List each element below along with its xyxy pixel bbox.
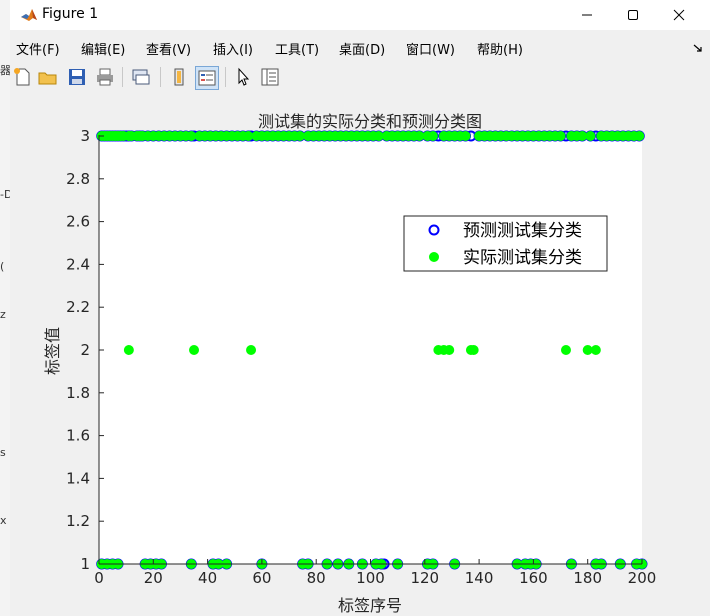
menu-tools[interactable]: 工具(T) xyxy=(275,39,319,58)
x-tick-label: 200 xyxy=(628,569,657,587)
menu-bar: 文件(F) 编辑(E) 查看(V) 插入(I) 工具(T) 桌面(D) 窗口(W… xyxy=(10,36,710,60)
x-tick-label: 140 xyxy=(465,569,494,587)
axes-background xyxy=(99,135,642,564)
toolbar-separator xyxy=(122,67,123,87)
x-axis-label: 标签序号 xyxy=(338,596,402,615)
x-tick-label: 160 xyxy=(519,569,548,587)
legend[interactable]: 预测测试集分类 实际测试集分类 xyxy=(403,215,608,272)
x-tick-label: 40 xyxy=(198,569,217,587)
print-icon xyxy=(97,68,113,86)
actual-point xyxy=(468,345,479,355)
toolbar-separator xyxy=(225,67,226,87)
x-tick-label: 60 xyxy=(252,569,271,587)
legend-icon xyxy=(198,70,216,86)
property-inspector-icon xyxy=(261,68,279,86)
y-axis-ticks: 1 1.2 1.4 1.6 1.8 2 2.2 2.4 2.6 2.8 3 xyxy=(66,127,104,573)
actual-point xyxy=(585,131,596,141)
menu-desktop[interactable]: 桌面(D) xyxy=(339,39,385,58)
figure-window: Figure 1 文件(F) 编辑(E) 查看(V) 插入(I) 工具(T) 桌… xyxy=(10,0,710,616)
toolbar-separator xyxy=(160,67,161,87)
menu-window[interactable]: 窗口(W) xyxy=(406,39,455,58)
minimize-icon xyxy=(582,14,592,16)
y-tick-label: 2.4 xyxy=(66,255,90,273)
y-tick-label: 1.2 xyxy=(66,512,90,530)
colorbar-button[interactable] xyxy=(168,66,190,88)
bg-strip-text-5: s xyxy=(0,446,6,459)
y-tick-label: 1 xyxy=(80,555,90,573)
window-title: Figure 1 xyxy=(42,6,99,22)
menu-insert[interactable]: 插入(I) xyxy=(213,39,253,58)
link-plot-button[interactable] xyxy=(130,66,152,88)
save-button[interactable] xyxy=(66,66,88,88)
x-tick-label: 180 xyxy=(573,569,602,587)
x-tick-label: 120 xyxy=(410,569,439,587)
actual-point xyxy=(590,345,601,355)
legend-button[interactable] xyxy=(195,66,219,90)
menu-view[interactable]: 查看(V) xyxy=(146,39,191,58)
print-button[interactable] xyxy=(94,66,116,88)
property-inspector-button[interactable] xyxy=(259,66,281,88)
actual-point xyxy=(189,345,200,355)
y-tick-label: 3 xyxy=(80,127,90,145)
figure-canvas: 0 20 40 60 80 100 120 140 160 180 200 1 1.2 1.4 1.6 1.… xyxy=(10,95,710,616)
y-tick-label: 2.2 xyxy=(66,298,90,316)
x-tick-label: 0 xyxy=(94,569,104,587)
actual-point xyxy=(634,131,645,141)
open-file-icon xyxy=(38,72,57,85)
pointer-icon xyxy=(238,67,250,86)
menu-file[interactable]: 文件(F) xyxy=(16,39,60,58)
colorbar-icon xyxy=(174,68,184,86)
bg-strip-text-3: ( xyxy=(0,260,5,273)
open-file-button[interactable] xyxy=(37,66,59,88)
y-axis-label: 标签值 xyxy=(43,327,62,375)
save-icon xyxy=(69,69,85,85)
close-button[interactable] xyxy=(656,0,702,30)
toolbar xyxy=(10,63,710,93)
y-tick-label: 2.8 xyxy=(66,170,90,188)
y-tick-label: 1.6 xyxy=(66,427,90,445)
link-plot-icon xyxy=(132,69,150,85)
maximize-icon xyxy=(628,10,638,20)
bg-strip-text-4: z xyxy=(0,308,6,321)
x-tick-label: 20 xyxy=(144,569,163,587)
scatter-plot: 0 20 40 60 80 100 120 140 160 180 200 1 1.2 1.4 1.6 1.… xyxy=(43,112,657,615)
actual-point xyxy=(560,345,571,355)
y-tick-label: 1.8 xyxy=(66,384,90,402)
actual-point xyxy=(444,345,455,355)
menu-edit[interactable]: 编辑(E) xyxy=(81,39,125,58)
close-icon xyxy=(673,9,685,21)
y-tick-label: 1.4 xyxy=(66,469,90,487)
bg-strip-text-6: x xyxy=(0,514,7,527)
new-figure-button[interactable] xyxy=(12,66,34,88)
x-tick-label: 100 xyxy=(356,569,385,587)
pointer-button[interactable] xyxy=(232,66,254,88)
actual-point xyxy=(123,345,134,355)
actual-point xyxy=(427,131,438,141)
actual-point xyxy=(460,131,471,141)
y-tick-label: 2.6 xyxy=(66,213,90,231)
bg-strip-text-2: -D xyxy=(0,188,10,201)
actual-point xyxy=(246,345,257,355)
menu-overflow-icon[interactable] xyxy=(692,42,704,54)
new-figure-icon xyxy=(14,68,30,86)
legend-label-actual: 实际测试集分类 xyxy=(463,248,582,268)
y-tick-label: 2 xyxy=(80,341,90,359)
bg-strip-text-1: 器 xyxy=(0,64,10,77)
legend-label-predicted: 预测测试集分类 xyxy=(463,221,582,241)
title-bar: Figure 1 xyxy=(10,0,710,30)
legend-marker-actual xyxy=(429,252,439,262)
maximize-button[interactable] xyxy=(610,0,656,30)
actual-point xyxy=(555,131,566,141)
menu-help[interactable]: 帮助(H) xyxy=(477,39,523,58)
chart-title: 测试集的实际分类和预测分类图 xyxy=(258,112,482,131)
x-tick-label: 80 xyxy=(307,569,326,587)
minimize-button[interactable] xyxy=(564,0,610,30)
matlab-logo-icon xyxy=(20,6,38,24)
